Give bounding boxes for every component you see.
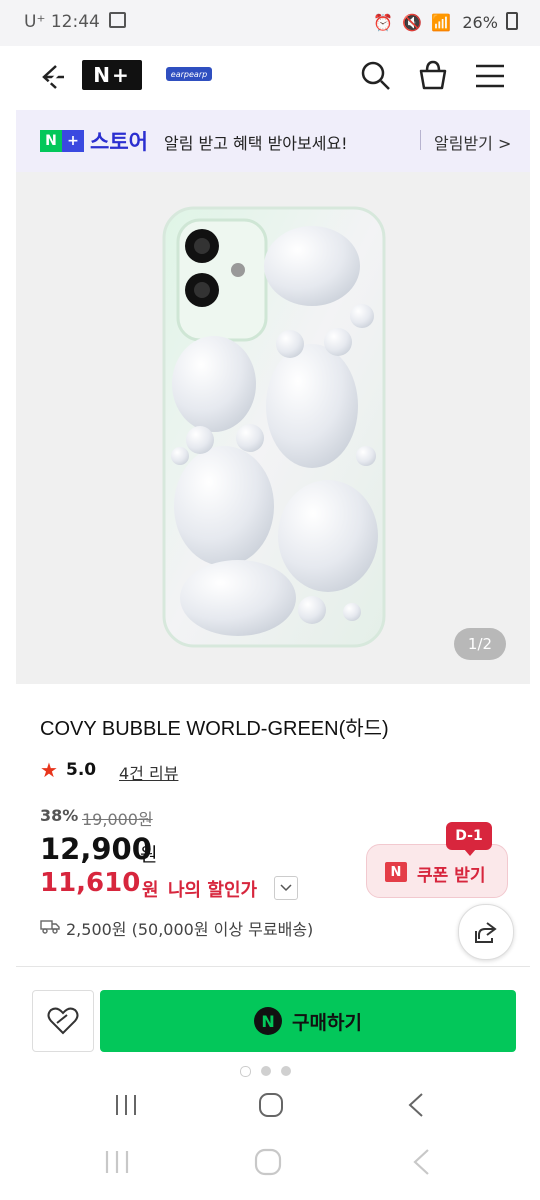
truck-icon xyxy=(40,918,60,938)
rating-value: 5.0 xyxy=(66,760,97,780)
coupon-button[interactable]: N 쿠폰 받기 xyxy=(366,844,508,898)
coupon-label: 쿠폰 받기 xyxy=(417,866,486,886)
badge-n: N xyxy=(40,130,62,152)
carrier-label: U⁺ xyxy=(24,12,46,32)
sale-price: 12,900 xyxy=(40,832,152,866)
status-time: 12:44 xyxy=(50,12,100,32)
alarm-icon: ⏰ xyxy=(373,13,394,32)
pager-dot xyxy=(240,1066,251,1077)
product-title: COVY BUBBLE WORLD-GREEN(하드) xyxy=(40,718,389,740)
recent-apps-icon[interactable] xyxy=(114,1094,138,1120)
purchase-bar: N 구매하기 xyxy=(16,970,530,1128)
recent-apps-icon[interactable] xyxy=(104,1150,130,1178)
dday-badge-tail xyxy=(464,849,476,856)
dday-badge: D-1 xyxy=(446,822,492,850)
sale-price-unit: 원 xyxy=(140,844,158,866)
wifi-icon: 📶 xyxy=(431,13,452,32)
my-discount-label: 나의 할인가 xyxy=(168,880,258,901)
star-icon: ★ xyxy=(40,758,58,782)
menu-icon[interactable] xyxy=(474,60,506,92)
product-page: N+ earpearp N + 스토어 알림 받고 혜택 받아보세요! 알림받기… xyxy=(16,46,530,1128)
mute-icon: 🔇 xyxy=(402,13,423,32)
share-button[interactable] xyxy=(458,904,514,960)
review-count-link[interactable]: 4건 리뷰 xyxy=(119,760,178,784)
gallery-page-indicator: 1/2 xyxy=(454,628,506,660)
discount-percent: 38% xyxy=(40,806,79,825)
naver-plus-badge: N + xyxy=(40,130,84,152)
chevron-down-icon[interactable] xyxy=(274,876,298,900)
notify-banner: N + 스토어 알림 받고 혜택 받아보세요! 알림받기 > xyxy=(16,110,530,172)
pager-dots xyxy=(240,1066,291,1077)
nav-back-icon[interactable] xyxy=(406,1092,426,1122)
home-icon[interactable] xyxy=(254,1148,282,1180)
share-icon xyxy=(475,922,497,943)
heart-icon xyxy=(47,1007,79,1035)
pager-dot xyxy=(281,1066,291,1076)
buy-now-label: 구매하기 xyxy=(292,1011,362,1034)
my-discount-price: 11,610 xyxy=(40,868,141,898)
status-left: U⁺ 12:44 xyxy=(24,12,127,32)
badge-plus: + xyxy=(62,130,84,152)
status-bar: U⁺ 12:44 ⏰ 🔇 📶 26% xyxy=(0,0,540,46)
buy-n-badge: N xyxy=(254,1007,283,1035)
close-icon[interactable] xyxy=(30,68,64,102)
banner-message: 알림 받고 혜택 받아보세요! xyxy=(164,134,348,153)
banner-divider xyxy=(420,130,421,150)
section-divider xyxy=(16,966,530,967)
product-image-gallery[interactable]: 1/2 xyxy=(16,172,530,684)
brand-logo[interactable]: earpearp xyxy=(166,67,212,81)
gallery-notification-icon xyxy=(109,12,127,28)
buy-now-button[interactable]: N 구매하기 xyxy=(100,990,516,1052)
store-header: N+ earpearp xyxy=(16,46,530,110)
store-name: 스토어 xyxy=(90,130,148,154)
coupon-n-badge: N xyxy=(385,862,407,882)
shipping-fee: 2,500원 (50,000원 이상 무료배송) xyxy=(66,920,314,939)
system-nav-bar xyxy=(0,1128,540,1200)
my-discount-price-unit: 원 xyxy=(142,880,159,901)
wishlist-button[interactable] xyxy=(32,990,94,1052)
battery-level: 26% xyxy=(462,13,498,32)
naver-plus-logo[interactable]: N+ xyxy=(82,60,142,90)
home-icon[interactable] xyxy=(258,1092,284,1122)
cart-icon[interactable] xyxy=(416,58,450,92)
battery-icon xyxy=(506,12,518,30)
notify-subscribe-link[interactable]: 알림받기 > xyxy=(434,130,511,154)
pager-dot xyxy=(261,1066,271,1076)
nav-back-icon[interactable] xyxy=(410,1148,432,1180)
product-image xyxy=(162,206,386,648)
inner-nav-bar xyxy=(16,1086,530,1128)
original-price: 19,000원 xyxy=(82,810,153,829)
search-icon[interactable] xyxy=(360,60,392,92)
status-right: ⏰ 🔇 📶 26% xyxy=(373,12,518,32)
